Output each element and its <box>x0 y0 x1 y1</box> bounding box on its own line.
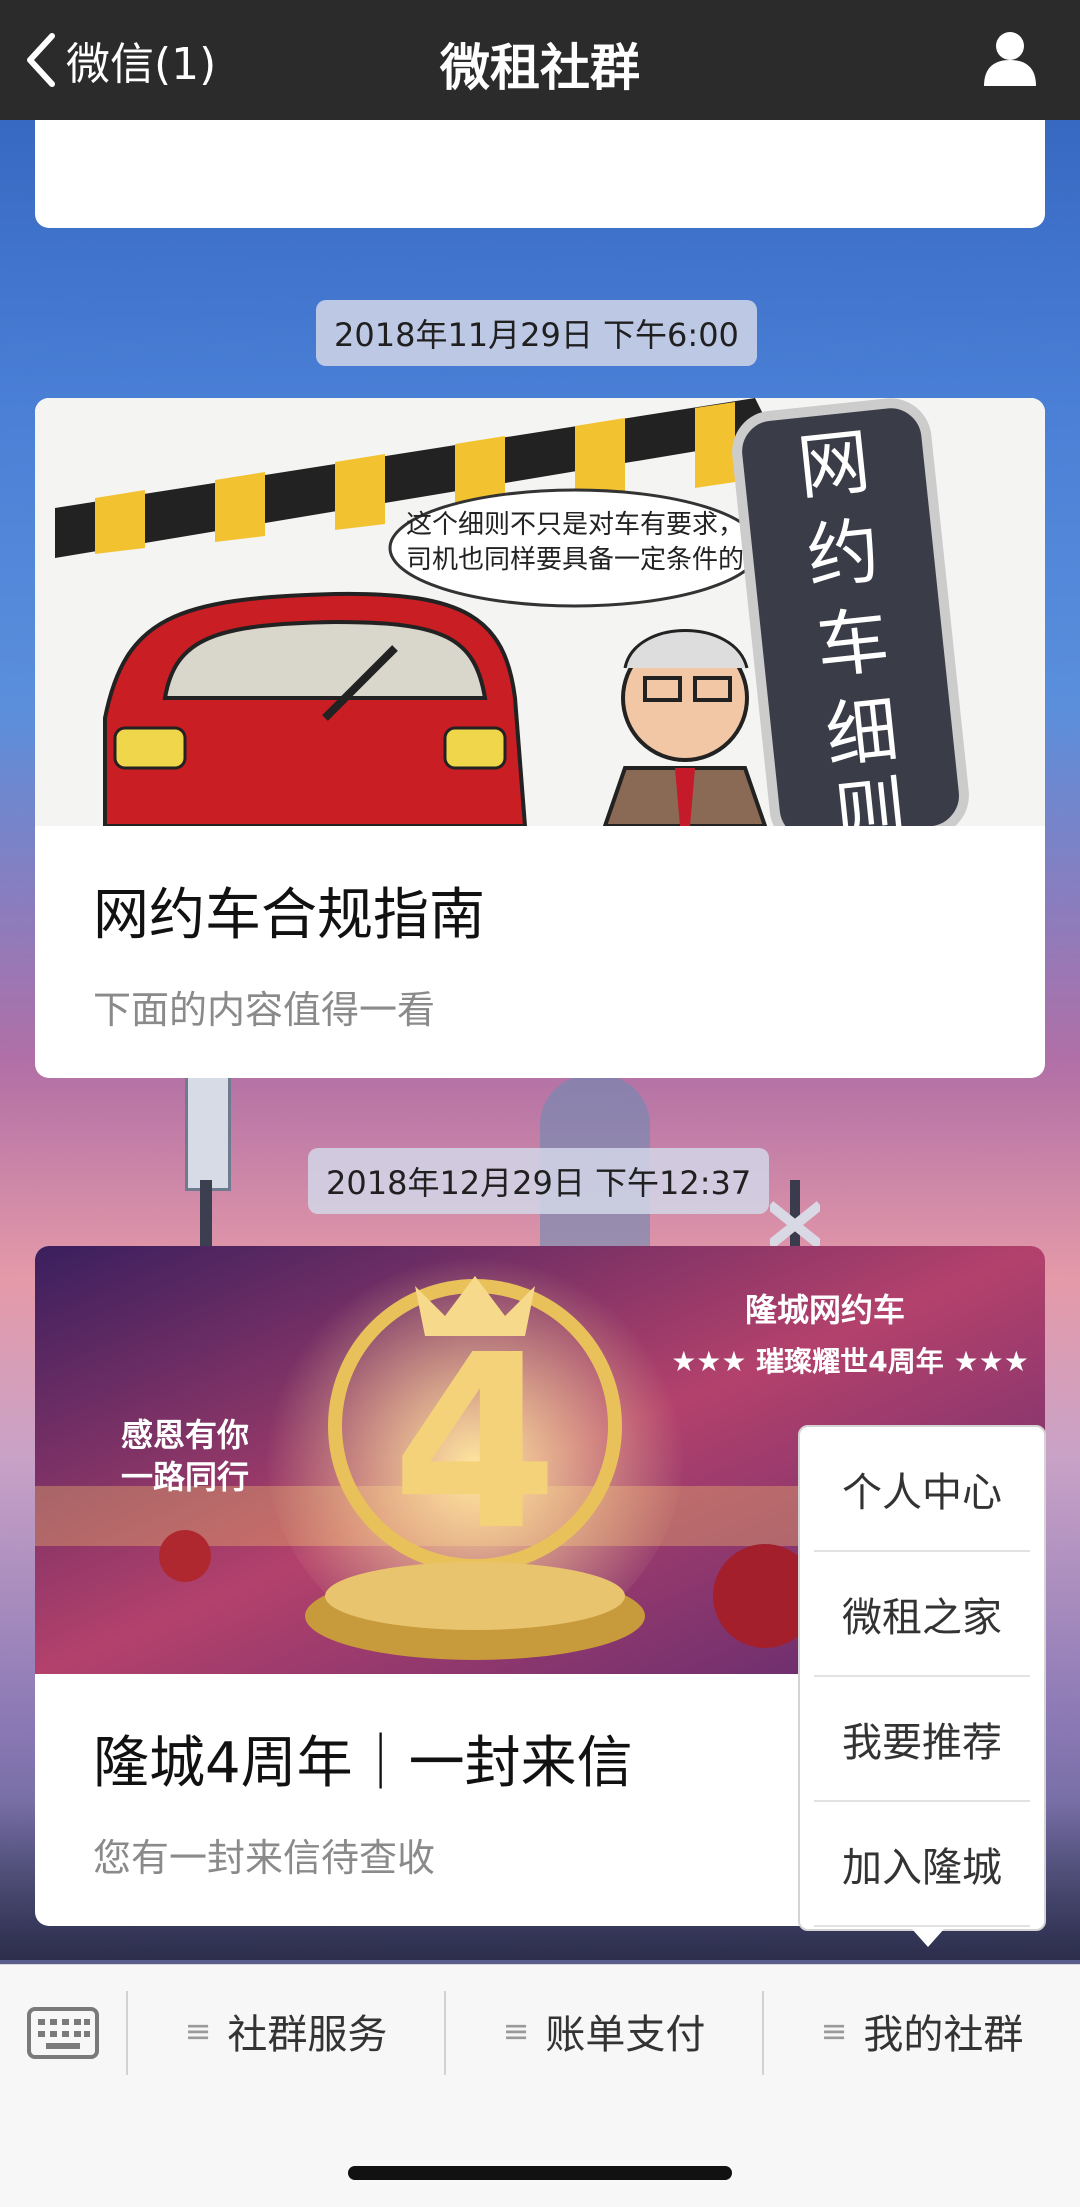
svg-text:约: 约 <box>803 508 883 599</box>
message-timestamp: 2018年12月29日 下午12:37 <box>308 1148 770 1214</box>
menu-community-services[interactable]: ≡ 社群服务 <box>128 1993 444 2069</box>
menu-item-join-longcheng[interactable]: 加入隆城 <box>814 1802 1030 1927</box>
railway-sign-decoration <box>185 1075 231 1191</box>
article-text: 网约车合规指南 下面的内容值得一看 <box>35 826 1045 1034</box>
home-indicator[interactable] <box>348 2166 732 2180</box>
svg-text:司机也同样要具备一定条件的: 司机也同样要具备一定条件的 <box>406 545 744 575</box>
hamburger-lines-icon: ≡ <box>502 2012 530 2050</box>
hamburger-lines-icon: ≡ <box>184 2012 212 2050</box>
article-subtitle: 下面的内容值得一看 <box>93 988 436 1032</box>
svg-text:★★★ 璀璨耀世4周年 ★★★: ★★★ 璀璨耀世4周年 ★★★ <box>671 1345 1029 1378</box>
message-timestamp: 2018年11月29日 下午6:00 <box>316 300 757 366</box>
nav-header: 微信(1) 微租社群 <box>0 0 1080 120</box>
svg-text:这个细则不只是对车有要求，: 这个细则不只是对车有要求， <box>406 510 744 540</box>
svg-text:隆城网约车: 隆城网约车 <box>745 1291 905 1329</box>
anniversary-number: 4 <box>392 1303 559 1583</box>
hamburger-lines-icon: ≡ <box>820 2012 848 2050</box>
menu-label: 社群服务 <box>227 2012 388 2058</box>
submenu-popup: 个人中心 微租之家 我要推荐 加入隆城 <box>798 1425 1046 1947</box>
menu-label: 账单支付 <box>545 2012 706 2058</box>
menu-item-weizu-home[interactable]: 微租之家 <box>814 1552 1030 1677</box>
article-cover-image: 这个细则不只是对车有要求， 司机也同样要具备一定条件的 网 约 车 细 则 <box>35 398 1045 826</box>
cartoon-illustration: 这个细则不只是对车有要求， 司机也同样要具备一定条件的 网 约 车 细 则 <box>35 398 1045 826</box>
article-title: 网约车合规指南 <box>93 883 485 948</box>
popup-arrow <box>912 1929 944 1947</box>
svg-text:车: 车 <box>812 598 892 689</box>
menu-item-recommend[interactable]: 我要推荐 <box>814 1677 1030 1802</box>
svg-text:一路同行: 一路同行 <box>121 1458 249 1496</box>
page-title: 微租社群 <box>440 39 640 97</box>
keyboard-icon[interactable] <box>26 1999 100 2061</box>
menu-label: 我的社群 <box>863 2012 1024 2058</box>
menu-item-personal-center[interactable]: 个人中心 <box>814 1427 1030 1552</box>
svg-text:感恩有你: 感恩有你 <box>121 1416 249 1454</box>
svg-text:网: 网 <box>794 419 874 510</box>
person-icon[interactable] <box>980 28 1040 88</box>
svg-text:则: 则 <box>830 767 910 826</box>
svg-text:细: 细 <box>822 687 902 778</box>
menu-my-community[interactable]: ≡ 我的社群 <box>764 1993 1080 2069</box>
article-card[interactable]: 这个细则不只是对车有要求， 司机也同样要具备一定条件的 网 约 车 细 则 网约… <box>35 398 1045 1078</box>
menu-bill-payment[interactable]: ≡ 账单支付 <box>446 1993 762 2069</box>
